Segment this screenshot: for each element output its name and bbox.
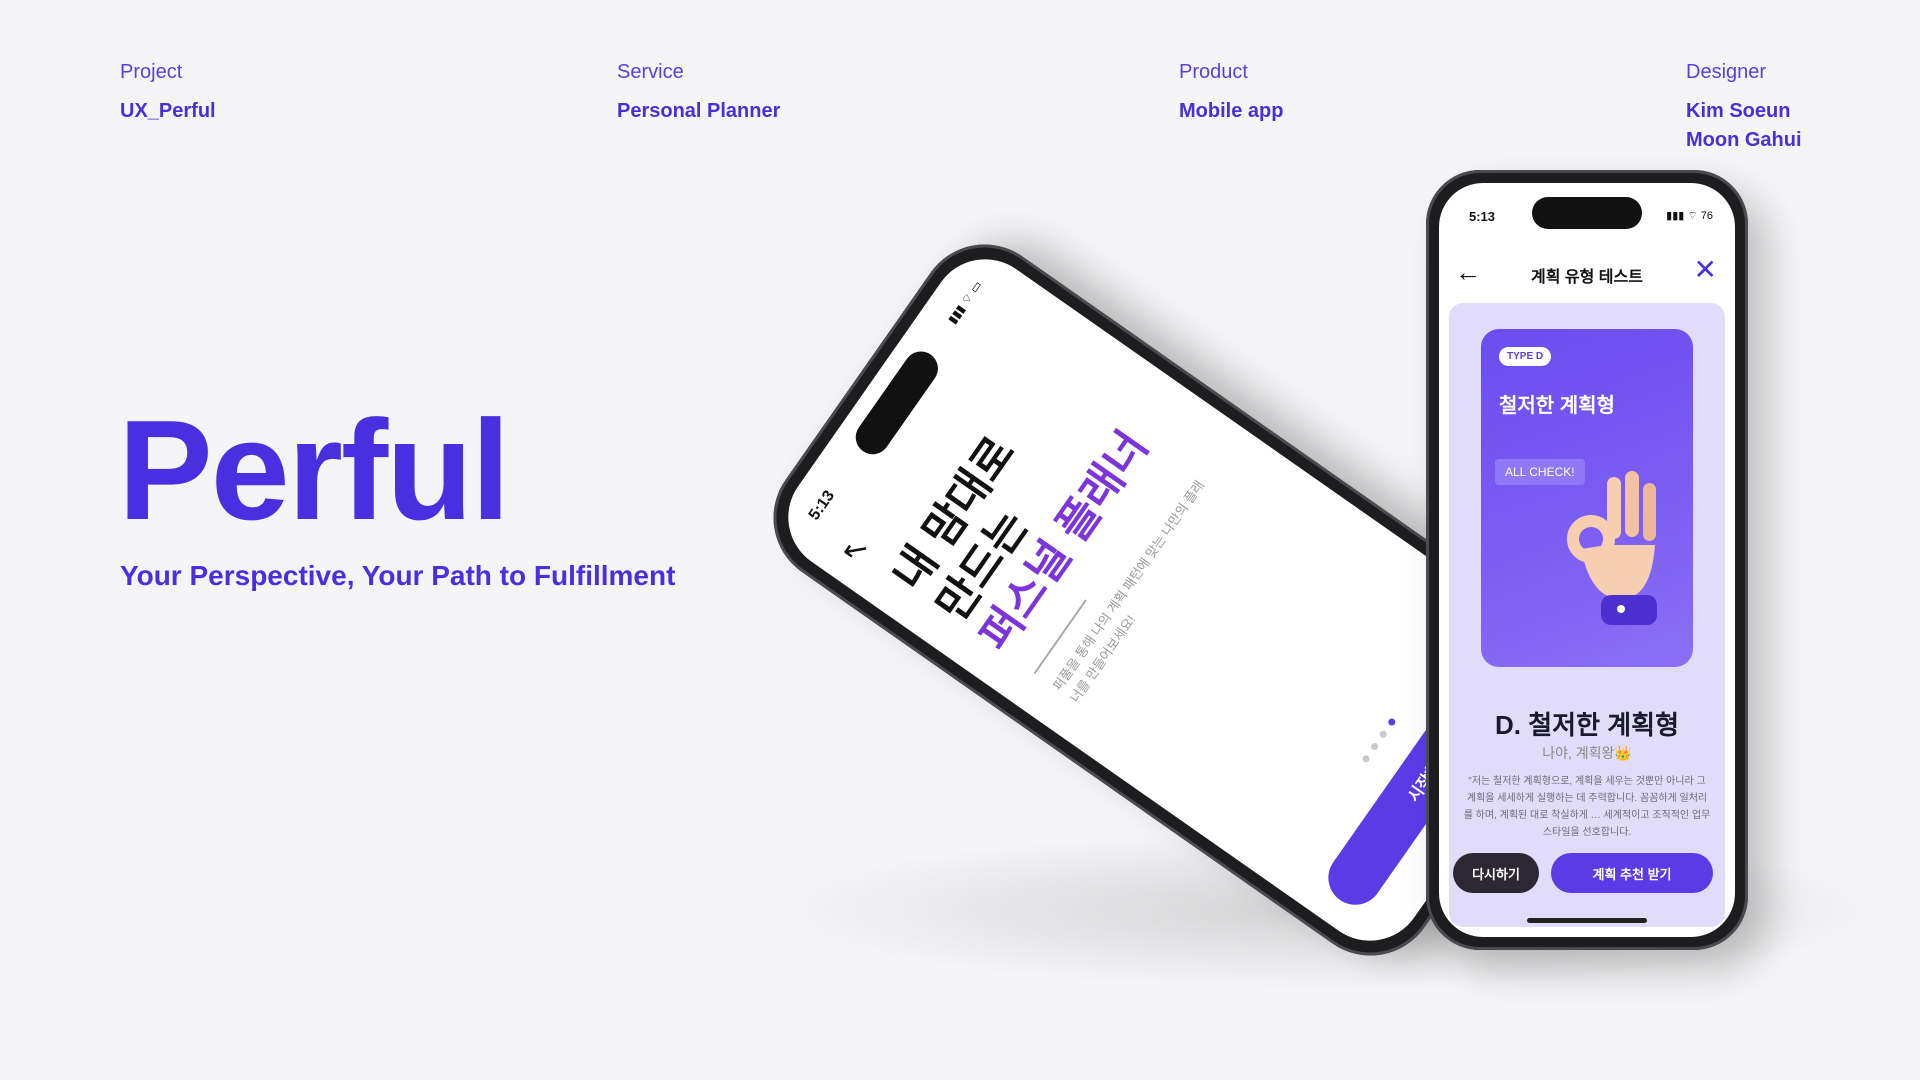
status-icons: ▮▮▮ ⌔ 76	[1666, 210, 1713, 222]
meta-label: Service	[617, 61, 684, 83]
page-dot	[1369, 742, 1380, 752]
close-icon[interactable]: ✕	[1694, 253, 1717, 286]
type-card-title: 철저한 계획형	[1499, 395, 1615, 417]
dynamic-island	[848, 345, 945, 462]
meta-value: UX_Perful	[120, 100, 216, 122]
brand-tagline: Your Perspective, Your Path to Fulfillme…	[120, 560, 676, 591]
meta-label: Product	[1179, 61, 1248, 83]
dynamic-island	[1532, 197, 1642, 229]
home-indicator	[1527, 918, 1647, 923]
meta-value: Mobile app	[1179, 100, 1284, 122]
phone-result-screen: 5:13 ▮▮▮ ⌔ 76 ← 계획 유형 테스트 ✕ TYPE D 철저한 계…	[1439, 183, 1735, 937]
phone-result: 5:13 ▮▮▮ ⌔ 76 ← 계획 유형 테스트 ✕ TYPE D 철저한 계…	[1426, 170, 1748, 950]
status-time: 5:13	[1469, 209, 1496, 224]
back-arrow-icon[interactable]: ↖	[834, 530, 877, 571]
type-badge: TYPE D	[1499, 347, 1552, 366]
page-dot	[1360, 754, 1371, 765]
meta-label: Designer	[1686, 61, 1767, 83]
meta-value: Personal Planner	[617, 100, 781, 122]
meta-value-2: Moon Gahui	[1686, 129, 1802, 151]
screen-title: 계획 유형 테스트	[1531, 269, 1643, 286]
meta-label: Project	[120, 61, 183, 83]
page-dot-active	[1386, 717, 1397, 728]
all-check-bubble: ALL CHECK!	[1495, 459, 1585, 485]
meta-designer: Designer Kim Soeun Moon Gahui	[1686, 58, 1802, 155]
type-subtitle: 나야, 계획왕👑	[1542, 745, 1632, 761]
brand-title: Perful	[118, 391, 510, 550]
type-card: TYPE D 철저한 계획형 ALL CHECK!	[1481, 329, 1693, 667]
meta-service: Service Personal Planner	[617, 58, 780, 126]
status-time: 5:13	[805, 487, 839, 524]
meta-value: Kim Soeun	[1686, 100, 1791, 122]
retry-button[interactable]: 다시하기	[1453, 853, 1539, 893]
status-icons: ▮▮▮ ⌔ ▭	[945, 278, 985, 327]
type-title: D. 철저한 계획형	[1495, 710, 1679, 740]
meta-product: Product Mobile app	[1179, 58, 1283, 126]
page-dot	[1378, 729, 1388, 740]
recommend-button[interactable]: 계획 추천 받기	[1551, 853, 1713, 893]
type-description: "저는 철저한 계획형으로, 계획을 세우는 것뿐만 아니라 그 계획을 세세하…	[1463, 776, 1711, 838]
meta-project: Project UX_Perful	[120, 58, 216, 126]
